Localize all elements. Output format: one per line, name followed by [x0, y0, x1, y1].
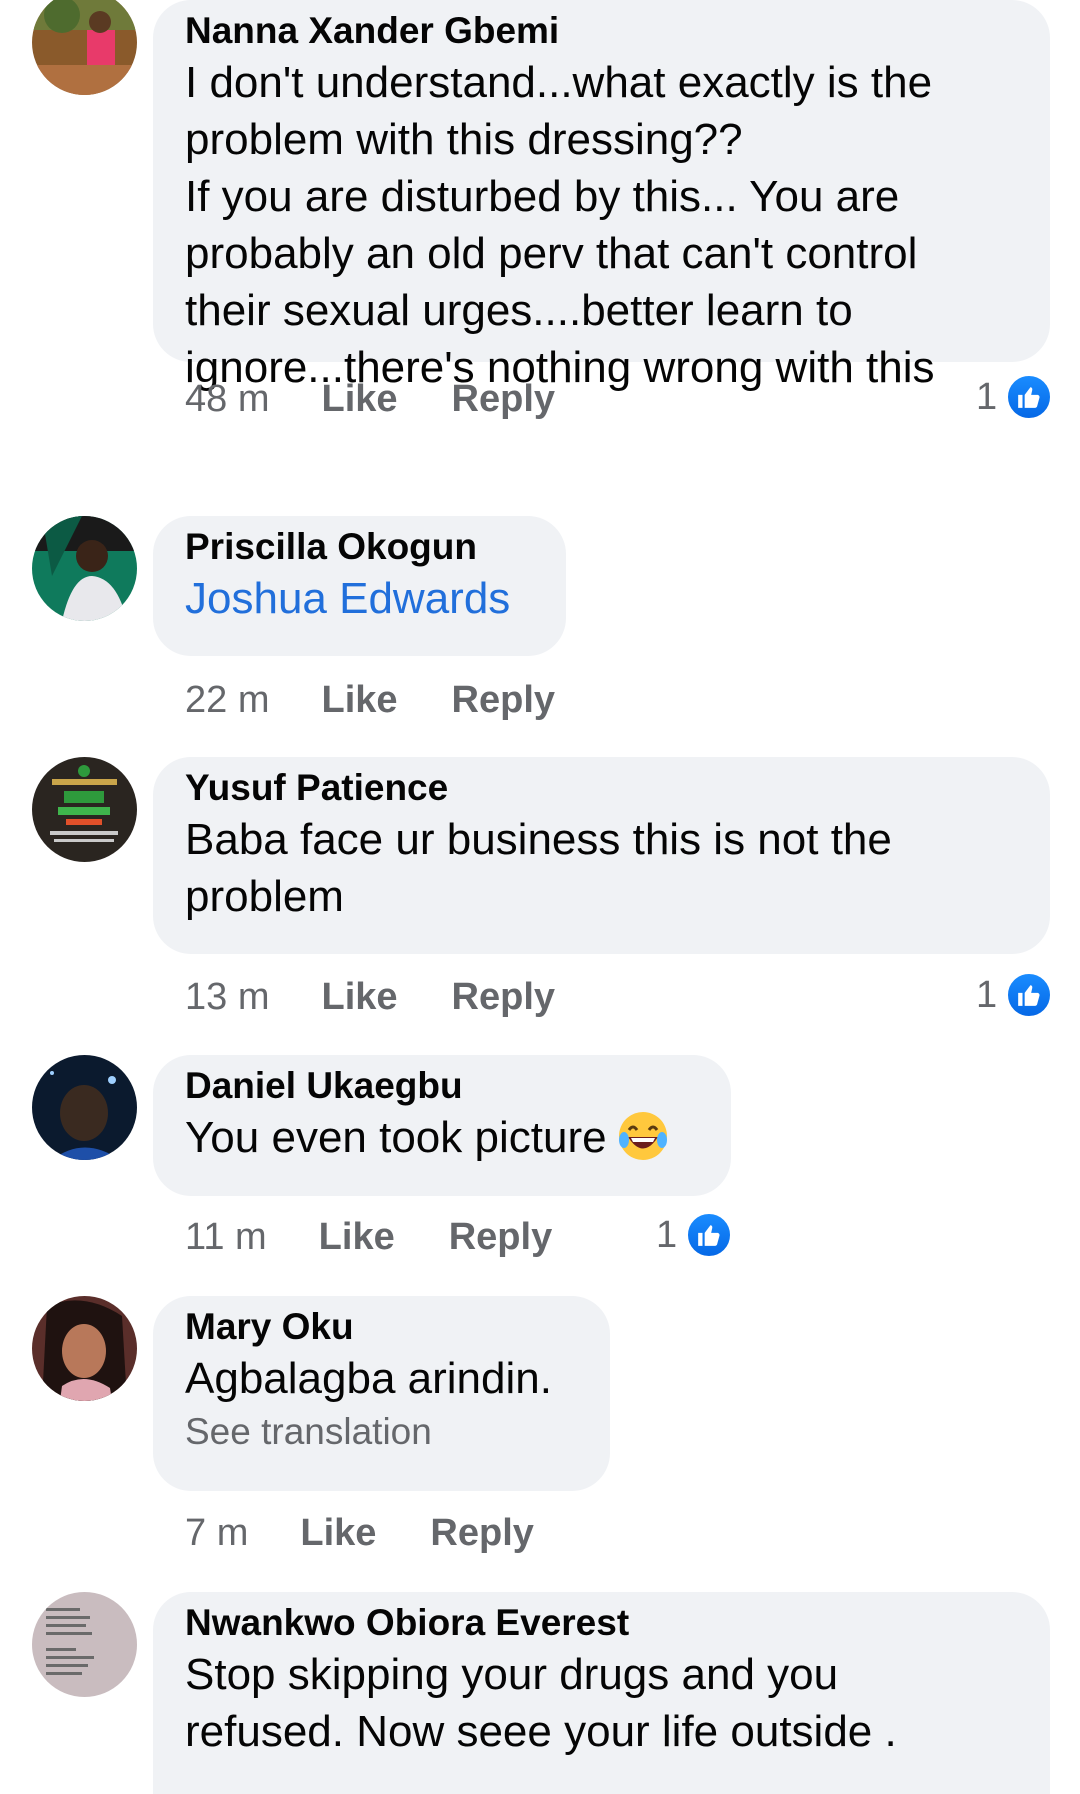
comment-text-content: You even took picture — [185, 1113, 607, 1162]
reply-button[interactable]: Reply — [452, 679, 555, 722]
comment-text-line: problem with this dressing?? — [185, 115, 743, 164]
comment-text-line: Stop skipping your drugs and you — [185, 1650, 839, 1699]
reaction-summary[interactable]: 1 — [976, 371, 1054, 423]
avatar[interactable] — [32, 1592, 137, 1697]
comment-bubble: Yusuf Patience Baba face ur business thi… — [153, 757, 1050, 954]
profile-photo-icon — [32, 757, 137, 862]
comment-author[interactable]: Priscilla Okogun — [185, 524, 534, 570]
comment-author[interactable]: Nanna Xander Gbemi — [185, 8, 1018, 54]
comment-timestamp[interactable]: 13 m — [185, 976, 269, 1019]
comment-actions: 7 m Like Reply — [185, 1507, 588, 1559]
comment-timestamp[interactable]: 7 m — [185, 1512, 248, 1555]
avatar[interactable] — [32, 1296, 137, 1401]
comment-bubble: Mary Oku Agbalagba arindin. See translat… — [153, 1296, 610, 1491]
reaction-summary[interactable]: 1 — [976, 969, 1054, 1021]
comment-text: You even took picture — [185, 1109, 699, 1166]
mention-link[interactable]: Joshua Edwards — [185, 570, 534, 627]
avatar[interactable] — [32, 1055, 137, 1160]
reply-button[interactable]: Reply — [430, 1512, 533, 1555]
comment-bubble: Daniel Ukaegbu You even took picture — [153, 1055, 731, 1196]
like-icon — [1005, 373, 1054, 421]
comment-actions: 48 m Like Reply — [185, 373, 609, 425]
comment-author[interactable]: Nwankwo Obiora Everest — [185, 1600, 1018, 1646]
like-button[interactable]: Like — [321, 679, 397, 722]
like-icon — [1005, 971, 1054, 1019]
like-icon — [685, 1211, 734, 1259]
comment-author[interactable]: Yusuf Patience — [185, 765, 1018, 811]
comment-text-line: Baba face ur business this is not the — [185, 815, 892, 864]
comment-text-line: refused. Now seee your life outside . — [185, 1707, 897, 1756]
profile-photo-icon — [32, 1296, 137, 1401]
comment-actions: 13 m Like Reply — [185, 971, 609, 1023]
comment-timestamp[interactable]: 48 m — [185, 378, 269, 421]
reaction-count: 1 — [656, 1213, 678, 1256]
comment-text-line: If you are disturbed by this... You are — [185, 172, 900, 221]
comment-actions: 22 m Like Reply — [185, 674, 609, 726]
like-button[interactable]: Like — [321, 976, 397, 1019]
comments-thread: Nanna Xander Gbemi I don't understand...… — [0, 0, 1080, 1794]
profile-photo-icon — [32, 516, 137, 621]
reaction-count: 1 — [976, 375, 998, 418]
reply-button[interactable]: Reply — [452, 378, 555, 421]
comment-actions: 11 m Like Reply — [185, 1211, 606, 1263]
profile-photo-icon — [32, 0, 137, 95]
avatar[interactable] — [32, 516, 137, 621]
reply-button[interactable]: Reply — [452, 976, 555, 1019]
comment-bubble: Priscilla Okogun Joshua Edwards — [153, 516, 566, 656]
like-button[interactable]: Like — [300, 1512, 376, 1555]
like-button[interactable]: Like — [321, 378, 397, 421]
avatar[interactable] — [32, 0, 137, 95]
see-translation-link[interactable]: See translation — [185, 1407, 578, 1457]
profile-photo-icon — [32, 1055, 137, 1160]
comment-bubble: Nanna Xander Gbemi I don't understand...… — [153, 0, 1050, 392]
comment-timestamp[interactable]: 11 m — [185, 1216, 267, 1259]
comment-bubble: Nwankwo Obiora Everest Stop skipping you… — [153, 1592, 1050, 1794]
reaction-count: 1 — [976, 973, 998, 1016]
comment-author[interactable]: Mary Oku — [185, 1304, 578, 1350]
comment-text-line: their sexual urges....better learn to — [185, 286, 853, 335]
comment-text-line: problem — [185, 872, 344, 921]
comment-text: Agbalagba arindin. — [185, 1354, 552, 1403]
reaction-summary[interactable]: 1 — [656, 1209, 734, 1261]
comment-text-line: I don't understand...what exactly is the — [185, 58, 933, 107]
comment-timestamp[interactable]: 22 m — [185, 679, 269, 722]
profile-photo-icon — [32, 1592, 137, 1697]
comment-author[interactable]: Daniel Ukaegbu — [185, 1063, 699, 1109]
like-button[interactable]: Like — [319, 1216, 395, 1259]
comment-text-line: probably an old perv that can't control — [185, 229, 918, 278]
reply-button[interactable]: Reply — [449, 1216, 552, 1259]
avatar[interactable] — [32, 757, 137, 862]
laughing-tears-emoji-icon — [617, 1110, 669, 1162]
